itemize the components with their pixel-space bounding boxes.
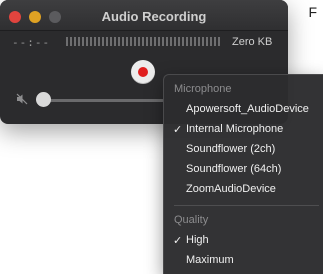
microphone-option-zoom[interactable]: ZoomAudioDevice: [164, 179, 323, 199]
volume-slider-knob[interactable]: [36, 92, 51, 107]
menu-item-label: Maximum: [186, 254, 234, 266]
volume-slider-track[interactable]: [44, 99, 164, 102]
microphone-option-soundflower-64ch[interactable]: Soundflower (64ch): [164, 159, 323, 179]
options-dropdown-menu: Microphone Apowersoft_AudioDevice ✓ Inte…: [163, 74, 323, 274]
checkmark-icon: ✓: [173, 235, 183, 247]
title-bar[interactable]: Audio Recording: [0, 0, 288, 31]
window-title: Audio Recording: [101, 9, 207, 24]
microphone-option-apowersoft[interactable]: Apowersoft_AudioDevice: [164, 99, 323, 119]
microphone-option-soundflower-2ch[interactable]: Soundflower (2ch): [164, 139, 323, 159]
menu-separator: [174, 205, 319, 206]
audio-level-meter: [66, 37, 222, 46]
microphone-section-header: Microphone: [174, 83, 232, 95]
menu-item-label: ZoomAudioDevice: [186, 183, 276, 195]
speaker-muted-icon: [16, 93, 28, 105]
quality-option-high[interactable]: ✓ High: [164, 230, 323, 250]
record-icon: [138, 67, 148, 77]
checkmark-icon: ✓: [173, 124, 183, 136]
record-button[interactable]: [131, 60, 155, 84]
quality-section-header: Quality: [174, 214, 209, 226]
background-page-text: F: [308, 4, 317, 20]
menu-item-label: Soundflower (64ch): [186, 163, 282, 175]
quality-option-maximum[interactable]: Maximum: [164, 250, 323, 270]
menu-item-label: Soundflower (2ch): [186, 143, 276, 155]
menu-item-label: High: [186, 234, 209, 246]
file-size-label: Zero KB: [232, 36, 273, 48]
menu-item-label: Internal Microphone: [186, 123, 284, 135]
recording-timer: --:--: [12, 36, 51, 49]
microphone-option-internal[interactable]: ✓ Internal Microphone: [164, 119, 323, 139]
menu-item-label: Apowersoft_AudioDevice: [186, 103, 309, 115]
